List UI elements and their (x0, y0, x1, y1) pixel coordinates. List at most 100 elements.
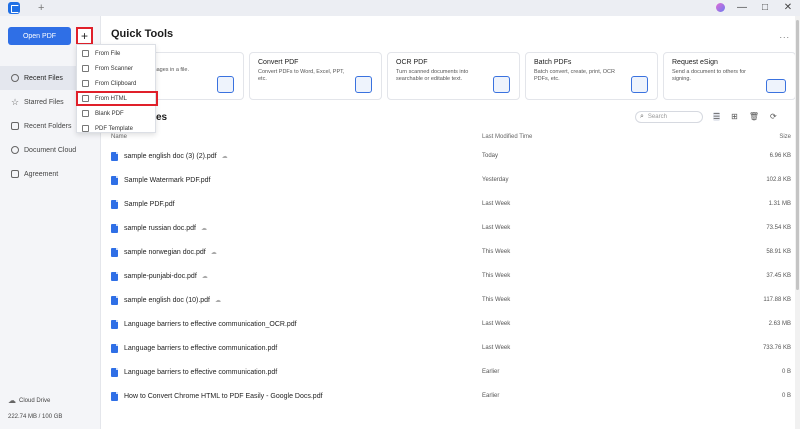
table-row[interactable]: Language barriers to effective communica… (111, 360, 791, 384)
close-icon[interactable]: ✕ (782, 1, 794, 14)
open-pdf-button[interactable]: Open PDF (8, 27, 71, 45)
storage-usage: 222.74 MB / 100 GB (8, 414, 63, 420)
table-row[interactable]: Sample PDF.pdf Last Week 1.31 MB (111, 192, 791, 216)
menu-item-from-file[interactable]: From File (77, 46, 155, 61)
maximize-icon[interactable]: □ (759, 1, 771, 14)
new-tab-button[interactable]: + (38, 2, 44, 14)
file-modified: Yesterday (482, 177, 509, 183)
file-size: 6.96 KB (769, 153, 791, 159)
sidebar-item-agreement[interactable]: Agreement (0, 162, 100, 186)
card-desc: Turn scanned documents into searchable o… (396, 69, 469, 82)
file-modified: This Week (482, 273, 511, 279)
file-size: 73.54 KB (766, 225, 791, 231)
file-size: 37.45 KB (766, 273, 791, 279)
create-pdf-plus-button[interactable]: + (76, 27, 93, 45)
scanner-icon (82, 65, 89, 72)
app-logo-icon (8, 2, 20, 14)
file-name: sample english doc (3) (2).pdf (124, 152, 217, 160)
file-modified: Last Week (482, 201, 511, 207)
pdf-file-icon (111, 319, 118, 329)
file-name: Language barriers to effective communica… (124, 320, 297, 328)
search-icon: ⌕ (640, 113, 644, 120)
card-batch-pdfs[interactable]: Batch PDFs Batch convert, create, print,… (525, 52, 658, 100)
agreement-icon (11, 170, 19, 178)
file-name: sample norwegian doc.pdf (124, 248, 206, 256)
table-row[interactable]: How to Convert Chrome HTML to PDF Easily… (111, 384, 791, 408)
cloud-icon: ☁ (210, 249, 217, 256)
more-icon[interactable]: ... (779, 30, 790, 40)
menu-item-label: Blank PDF (95, 110, 124, 117)
table-row[interactable]: sample english doc (10).pdf ☁ This Week … (111, 288, 791, 312)
menu-item-label: From File (95, 50, 121, 57)
search-input[interactable]: ⌕ Search (635, 111, 703, 123)
menu-item-label: From Scanner (95, 65, 134, 72)
column-last-modified[interactable]: Last Modified Time (482, 134, 532, 140)
grid-view-icon[interactable]: ⊞ (731, 112, 738, 121)
pdf-file-icon (111, 367, 118, 377)
table-row[interactable]: sample english doc (3) (2).pdf ☁ Today 6… (111, 144, 791, 168)
table-row[interactable]: Language barriers to effective communica… (111, 336, 791, 360)
file-name: sample english doc (10).pdf (124, 296, 210, 304)
pdf-file-icon (111, 175, 118, 185)
card-convert-pdf[interactable]: Convert PDF Convert PDFs to Word, Excel,… (249, 52, 382, 100)
sidebar-item-label: Starred Files (24, 98, 64, 106)
pdf-file-icon (111, 151, 118, 161)
card-desc: Batch convert, create, print, OCR PDFs, … (534, 69, 616, 82)
main-area: Quick Tools ... mages in a file. Convert… (101, 16, 800, 429)
list-view-icon[interactable]: ☰ (713, 112, 721, 121)
create-pdf-dropdown: From File From Scanner From Clipboard Fr… (76, 44, 158, 136)
card-title: OCR PDF (396, 59, 428, 66)
card-ocr-pdf[interactable]: OCR PDF Turn scanned documents into sear… (387, 52, 520, 100)
cloud-icon: ☁ (221, 153, 228, 160)
table-header: Name Last Modified Time Size (111, 134, 791, 144)
file-modified: Earlier (482, 369, 500, 375)
window-controls: — □ ✕ (716, 1, 794, 14)
quick-tools-title: Quick Tools (111, 28, 174, 40)
file-modified: This Week (482, 249, 511, 255)
scrollbar[interactable] (795, 16, 800, 429)
cloud-icon: ☁ (201, 273, 208, 280)
column-size[interactable]: Size (779, 134, 791, 140)
table-row[interactable]: sample russian doc.pdf ☁ Last Week 73.54… (111, 216, 791, 240)
menu-item-from-scanner[interactable]: From Scanner (77, 61, 155, 76)
menu-item-label: PDF Template (95, 125, 133, 132)
pdf-file-icon (111, 247, 118, 257)
batch-icon (631, 76, 648, 93)
menu-item-pdf-template[interactable]: PDF Template (77, 121, 155, 136)
refresh-icon[interactable]: ⟳ (770, 112, 777, 121)
sidebar-item-document-cloud[interactable]: Document Cloud (0, 138, 100, 162)
file-name: Language barriers to effective communica… (124, 344, 278, 352)
file-size: 2.63 MB (768, 321, 791, 327)
pdf-file-icon (111, 343, 118, 353)
card-request-esign[interactable]: Request eSign Send a document to others … (663, 52, 796, 100)
title-bar: + — □ ✕ (0, 0, 800, 16)
file-list: sample english doc (3) (2).pdf ☁ Today 6… (111, 144, 791, 408)
file-icon (82, 50, 89, 57)
avatar[interactable] (716, 3, 725, 12)
file-modified: Last Week (482, 345, 511, 351)
esign-icon (766, 79, 786, 93)
cloud-drive-link[interactable]: ☁ Cloud Drive (8, 396, 50, 405)
folder-icon (11, 122, 19, 130)
card-title: Request eSign (672, 59, 718, 66)
menu-item-from-html[interactable]: From HTML (76, 91, 158, 106)
search-placeholder: Search (647, 114, 667, 120)
minimize-icon[interactable]: — (736, 1, 748, 14)
scrollbar-thumb[interactable] (796, 20, 799, 290)
file-size: 102.8 KB (766, 177, 791, 183)
menu-item-from-clipboard[interactable]: From Clipboard (77, 76, 155, 91)
recent-files-title-text: es (156, 112, 168, 123)
menu-item-blank-pdf[interactable]: Blank PDF (77, 106, 155, 121)
table-row[interactable]: sample-punjabi-doc.pdf ☁ This Week 37.45… (111, 264, 791, 288)
html-icon (82, 95, 89, 102)
table-row[interactable]: sample norwegian doc.pdf ☁ This Week 58.… (111, 240, 791, 264)
file-size: 117.88 KB (763, 297, 791, 303)
table-row[interactable]: Language barriers to effective communica… (111, 312, 791, 336)
cloud-icon: ☁ (200, 225, 207, 232)
table-row[interactable]: Sample Watermark PDF.pdf Yesterday 102.8… (111, 168, 791, 192)
delete-icon[interactable]: 🗑 (749, 112, 759, 121)
clock-icon (11, 74, 19, 82)
pdf-file-icon (111, 271, 118, 281)
convert-icon (355, 76, 372, 93)
pdf-file-icon (111, 391, 118, 401)
